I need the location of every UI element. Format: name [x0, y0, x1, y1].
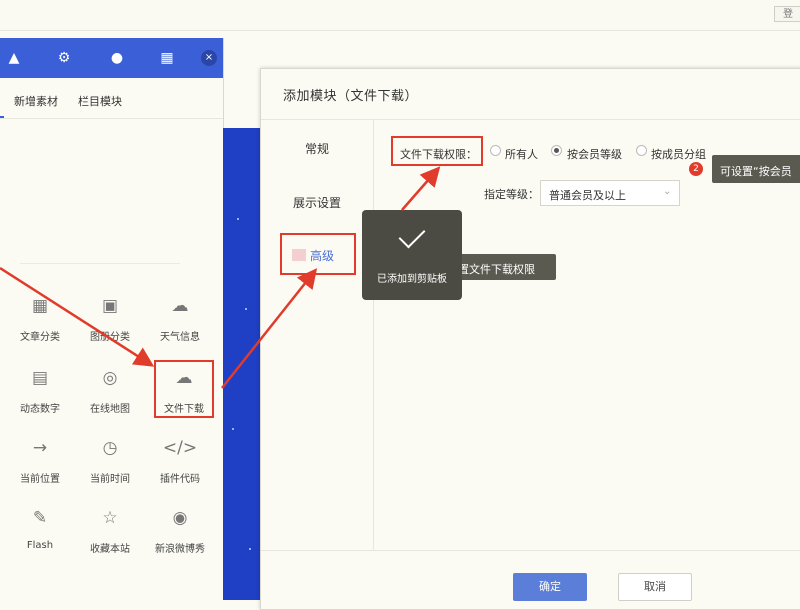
annotation-arrows: [0, 166, 441, 389]
annotation-arrow: [401, 166, 441, 211]
annotation-arrow: [221, 268, 318, 389]
annotation-arrow: [0, 266, 155, 367]
